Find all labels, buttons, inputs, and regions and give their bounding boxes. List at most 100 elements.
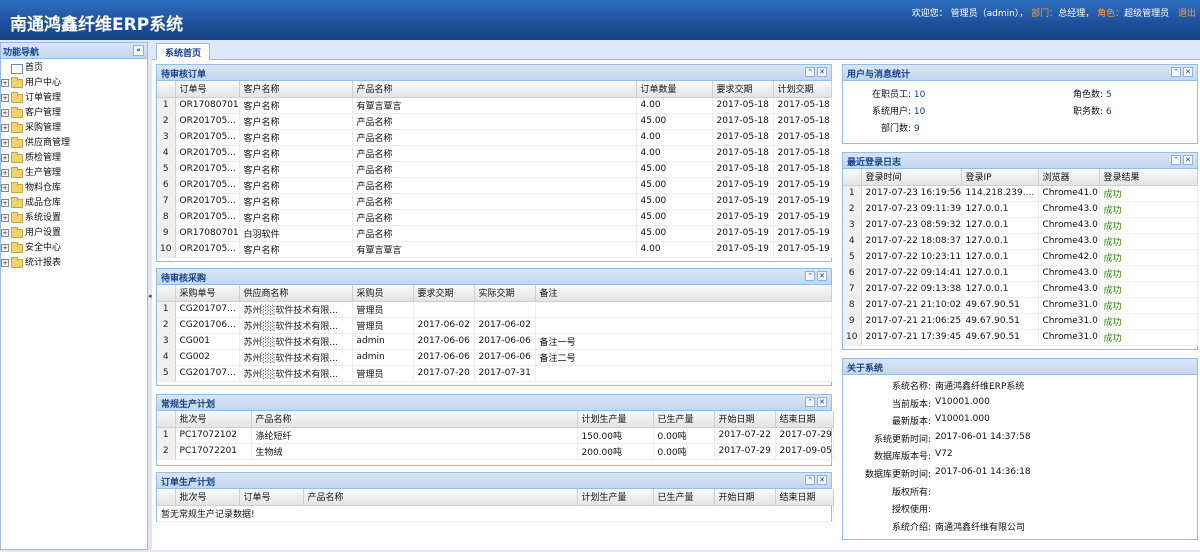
table-row[interactable]: 10 OR201705... 客户名称 有覃言覃言 4.00 2017-05-19 2017…: [157, 241, 832, 258]
column-header[interactable]: 备注: [535, 285, 832, 302]
logout-link[interactable]: 退出: [1178, 9, 1196, 19]
column-header[interactable]: 实际交期: [474, 285, 536, 302]
nav-item[interactable]: + 生产管理: [1, 166, 147, 181]
close-icon[interactable]: ✕: [817, 271, 827, 281]
close-icon[interactable]: ✕: [817, 475, 827, 485]
column-header[interactable]: 已生产量: [653, 411, 715, 428]
nav-item[interactable]: + 订单管理: [1, 91, 147, 106]
table-row[interactable]: 7 2017-07-22 09:13:38 127.0.0.1 Chrome43.0 成…: [843, 281, 1198, 298]
table-row[interactable]: 3 2017-07-23 08:59:32 127.0.0.1 Chrome43.0 成…: [843, 217, 1198, 234]
column-header[interactable]: 计划生产量: [577, 411, 654, 428]
expand-icon[interactable]: +: [1, 244, 9, 252]
splitter-arrow-icon[interactable]: ◂: [148, 292, 152, 300]
nav-item[interactable]: + 统计报表: [1, 256, 147, 271]
table-row[interactable]: 4 2017-07-22 18:08:37 127.0.0.1 Chrome43.0 成…: [843, 233, 1198, 250]
column-header[interactable]: 产品名称: [251, 411, 578, 428]
column-header[interactable]: 已生产量: [653, 489, 715, 506]
column-header[interactable]: 订单数量: [636, 81, 713, 98]
column-header[interactable]: 结束日期: [775, 489, 834, 506]
table-row[interactable]: 1 CG201707... 苏州░░软件技术有限... 管理员: [157, 301, 832, 318]
nav-item[interactable]: + 系统设置: [1, 211, 147, 226]
table-row[interactable]: 1 PC17072102 涤纶短纤 150.00吨 0.00吨 2017-07-22 201…: [157, 427, 834, 444]
table-row[interactable]: 10 2017-07-21 17:39:45 49.67.90.51 Chrome31…: [843, 329, 1198, 346]
close-icon[interactable]: ✕: [1183, 155, 1193, 165]
column-header[interactable]: 浏览器: [1038, 169, 1100, 186]
table-row[interactable]: 1 OR17080701 客户名称 有覃言覃言 4.00 2017-05-18 2017-0…: [157, 97, 832, 114]
table-row[interactable]: 7 OR201705... 客户名称 产品名称 45.00 2017-05-19 2017-…: [157, 193, 832, 210]
nav-item[interactable]: + 安全中心: [1, 241, 147, 256]
nav-item[interactable]: + 用户中心: [1, 76, 147, 91]
collapse-icon[interactable]: ⌃: [805, 475, 815, 485]
expand-icon[interactable]: +: [1, 124, 9, 132]
nav-item[interactable]: 首页: [1, 61, 147, 76]
expand-icon[interactable]: +: [1, 109, 9, 117]
table-row[interactable]: 3 CG001 苏州░░软件技术有限... admin 2017-06-06 2017-0…: [157, 333, 832, 350]
collapse-icon[interactable]: ⌃: [1171, 155, 1181, 165]
column-header[interactable]: 采购员: [352, 285, 414, 302]
column-header[interactable]: 产品名称: [303, 489, 578, 506]
table-row[interactable]: 4 CG002 苏州░░软件技术有限... admin 2017-06-06 2017-0…: [157, 349, 832, 366]
table-row[interactable]: 2 PC17072201 生物绒 200.00吨 0.00吨 2017-07-29 2017…: [157, 443, 834, 460]
table-row[interactable]: 1 2017-07-23 16:19:56 114.218.239.... Chrom…: [843, 185, 1198, 202]
table-row[interactable]: 5 2017-07-22 10:23:11 127.0.0.1 Chrome42.0 成…: [843, 249, 1198, 266]
expand-icon[interactable]: +: [1, 94, 9, 102]
expand-icon[interactable]: +: [1, 79, 9, 87]
column-header[interactable]: 登录时间: [861, 169, 962, 186]
table-row[interactable]: 8 2017-07-21 21:10:02 49.67.90.51 Chrome31.…: [843, 297, 1198, 314]
nav-item[interactable]: + 物料仓库: [1, 181, 147, 196]
collapse-icon[interactable]: ⌃: [805, 67, 815, 77]
expand-icon[interactable]: +: [1, 199, 9, 207]
column-header[interactable]: 计划交期: [773, 81, 832, 98]
table-row[interactable]: 5 CG201707... 苏州░░软件技术有限... 管理员 2017-07-20 20…: [157, 365, 832, 382]
table-cell: 2017-07-22 09:13:38: [861, 281, 962, 298]
column-header[interactable]: 批次号: [175, 411, 252, 428]
table-row[interactable]: 3 OR201705... 客户名称 产品名称 4.00 2017-05-18 2017-0…: [157, 129, 832, 146]
column-header[interactable]: 采购单号: [175, 285, 240, 302]
column-header[interactable]: 要求交期: [413, 285, 475, 302]
expand-icon[interactable]: +: [1, 184, 9, 192]
column-header[interactable]: 产品名称: [352, 81, 637, 98]
column-header[interactable]: 开始日期: [714, 489, 776, 506]
column-header[interactable]: 登录IP: [961, 169, 1039, 186]
column-header[interactable]: 开始日期: [714, 411, 776, 428]
nav-item[interactable]: + 采购管理: [1, 121, 147, 136]
table-row[interactable]: 2 OR201705... 客户名称 产品名称 45.00 2017-05-18 2017-…: [157, 113, 832, 130]
column-header[interactable]: 结束日期: [775, 411, 834, 428]
collapse-left-icon[interactable]: «: [133, 45, 144, 56]
nav-item[interactable]: + 成品仓库: [1, 196, 147, 211]
column-header[interactable]: 订单号: [175, 81, 240, 98]
expand-icon[interactable]: +: [1, 139, 9, 147]
column-header[interactable]: 订单号: [239, 489, 304, 506]
nav-item[interactable]: + 客户管理: [1, 106, 147, 121]
column-header[interactable]: 供应商名称: [239, 285, 353, 302]
expand-icon[interactable]: +: [1, 154, 9, 162]
table-row[interactable]: 2 CG201706... 苏州░░软件技术有限... 管理员 2017-06-02 20…: [157, 317, 832, 334]
expand-icon[interactable]: +: [1, 169, 9, 177]
nav-item[interactable]: + 质检管理: [1, 151, 147, 166]
expand-icon[interactable]: +: [1, 259, 9, 267]
table-row[interactable]: 6 OR201705... 客户名称 产品名称 45.00 2017-05-19 2017-…: [157, 177, 832, 194]
close-icon[interactable]: ✕: [817, 397, 827, 407]
nav-item[interactable]: + 用户设置: [1, 226, 147, 241]
collapse-icon[interactable]: ⌃: [1171, 67, 1181, 77]
expand-icon[interactable]: +: [1, 229, 9, 237]
close-icon[interactable]: ✕: [1183, 67, 1193, 77]
column-header[interactable]: 客户名称: [239, 81, 353, 98]
close-icon[interactable]: ✕: [817, 67, 827, 77]
column-header[interactable]: 批次号: [175, 489, 240, 506]
expand-icon[interactable]: +: [1, 214, 9, 222]
nav-item[interactable]: + 供应商管理: [1, 136, 147, 151]
table-row[interactable]: 6 2017-07-22 09:14:41 127.0.0.1 Chrome43.0 成…: [843, 265, 1198, 282]
collapse-icon[interactable]: ⌃: [805, 397, 815, 407]
table-row[interactable]: 5 OR201705... 客户名称 产品名称 45.00 2017-05-18 2017-…: [157, 161, 832, 178]
table-row[interactable]: 4 OR201705... 客户名称 产品名称 4.00 2017-05-18 2017-0…: [157, 145, 832, 162]
column-header[interactable]: 要求交期: [712, 81, 774, 98]
column-header[interactable]: 计划生产量: [577, 489, 654, 506]
table-row[interactable]: 9 OR17080701 白羽软件 产品名称 45.00 2017-05-19 2017-0…: [157, 225, 832, 242]
collapse-icon[interactable]: ⌃: [805, 271, 815, 281]
column-header[interactable]: 登录结果: [1099, 169, 1198, 186]
table-row[interactable]: 9 2017-07-21 21:06:25 49.67.90.51 Chrome31.…: [843, 313, 1198, 330]
table-row[interactable]: 8 OR201705... 客户名称 产品名称 45.00 2017-05-19 2017-…: [157, 209, 832, 226]
table-row[interactable]: 2 2017-07-23 09:11:39 127.0.0.1 Chrome43.0 成…: [843, 201, 1198, 218]
tab-home[interactable]: 系统首页: [156, 43, 211, 60]
